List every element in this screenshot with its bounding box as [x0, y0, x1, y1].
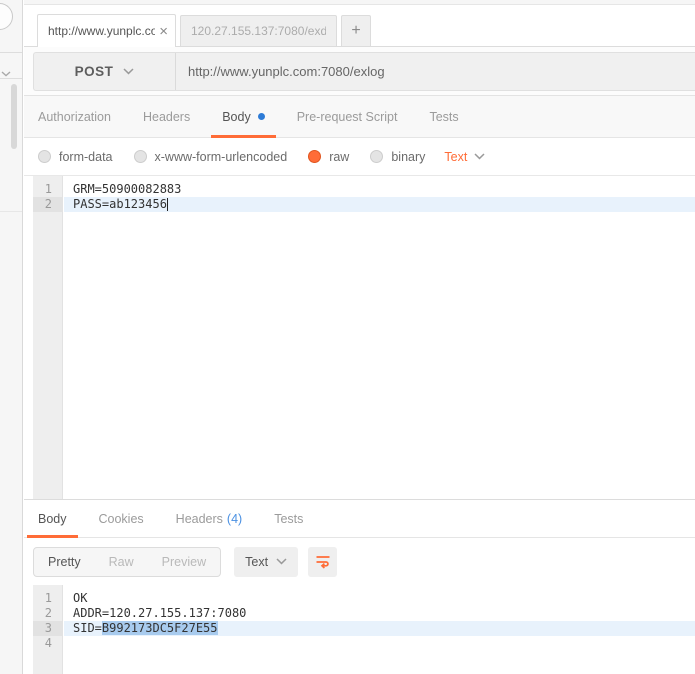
tab-label: Pre-request Script	[297, 110, 398, 124]
avatar[interactable]	[0, 3, 13, 30]
method-label: POST	[75, 64, 114, 79]
tab-label: Authorization	[38, 110, 111, 124]
code-line-active: PASS=ab123456	[64, 197, 695, 212]
tab-pre-request-script[interactable]: Pre-request Script	[286, 96, 409, 137]
radio-label: x-www-form-urlencoded	[155, 150, 288, 164]
chevron-down-icon	[276, 558, 287, 565]
tab-body[interactable]: Body	[211, 96, 276, 137]
code-line-active: SID=B992173DC5F27E55	[64, 621, 695, 636]
sidebar	[0, 0, 23, 674]
radio-urlencoded[interactable]: x-www-form-urlencoded	[134, 150, 288, 164]
line-number: 2	[33, 606, 62, 621]
wrap-text-icon	[315, 554, 331, 569]
sidebar-divider	[0, 52, 23, 53]
request-section-tabs: Authorization Headers Body Pre-request S…	[24, 96, 695, 138]
line-number-gutter: 1 2 3 4	[33, 585, 63, 674]
chevron-down-icon	[123, 68, 134, 75]
tab-label: Headers	[176, 512, 223, 526]
line-number-gutter: 1 2	[33, 176, 63, 499]
code-area: GRM=50900082883 PASS=ab123456	[64, 176, 695, 212]
line-number: 2	[33, 197, 62, 212]
raw-type-selector[interactable]: Text	[444, 150, 485, 164]
code-line: GRM=50900082883	[64, 182, 695, 197]
radio-icon	[370, 150, 383, 163]
request-tab-bar: http://www.yunplc.com × 120.27.155.137:7…	[24, 5, 695, 47]
view-mode-group: Pretty Raw Preview	[33, 547, 221, 577]
tab-label: Headers	[143, 110, 190, 124]
chevron-down-icon	[474, 153, 485, 160]
tab-title: http://www.yunplc.com	[48, 24, 155, 38]
line-number: 3	[33, 621, 62, 636]
line-number: 1	[33, 182, 62, 197]
view-raw-button[interactable]: Raw	[95, 555, 148, 569]
tab-response-headers[interactable]: Headers (4)	[165, 500, 254, 537]
view-pretty-button[interactable]: Pretty	[34, 555, 95, 569]
line-number: 1	[33, 591, 62, 606]
headers-count-badge: (4)	[227, 512, 242, 526]
selected-text: B992173DC5F27E55	[102, 621, 218, 635]
tab-response-cookies[interactable]: Cookies	[88, 500, 155, 537]
postman-window: http://www.yunplc.com × 120.27.155.137:7…	[0, 0, 695, 674]
main-panel: http://www.yunplc.com × 120.27.155.137:7…	[24, 0, 695, 674]
tab-headers[interactable]: Headers	[132, 96, 201, 137]
response-type-label: Text	[245, 555, 268, 569]
response-body-editor[interactable]: 1 2 3 4 OK ADDR=120.27.155.137:7080 SID=…	[24, 585, 695, 674]
sidebar-divider	[0, 211, 23, 212]
code-line: OK	[64, 591, 695, 606]
plus-icon: +	[351, 22, 360, 40]
radio-selected-icon	[308, 150, 321, 163]
code-area: OK ADDR=120.27.155.137:7080 SID=B992173D…	[64, 585, 695, 651]
text-cursor	[167, 198, 168, 211]
tab-request-active[interactable]: http://www.yunplc.com ×	[37, 14, 176, 47]
close-icon[interactable]: ×	[159, 24, 168, 39]
url-bar: POST http://www.yunplc.com:7080/exlog	[33, 52, 695, 91]
url-input[interactable]: http://www.yunplc.com:7080/exlog	[176, 53, 695, 90]
request-body-editor[interactable]: 1 2 GRM=50900082883 PASS=ab123456	[24, 176, 695, 499]
url-row: POST http://www.yunplc.com:7080/exlog	[24, 47, 695, 96]
sidebar-scrollbar-thumb[interactable]	[11, 84, 17, 149]
radio-binary[interactable]: binary	[370, 150, 425, 164]
response-tabs: Body Cookies Headers (4) Tests	[24, 500, 695, 538]
response-type-selector[interactable]: Text	[234, 547, 298, 577]
code-line: ADDR=120.27.155.137:7080	[64, 606, 695, 621]
tab-label: Tests	[274, 512, 303, 526]
sidebar-divider	[0, 78, 23, 79]
method-selector[interactable]: POST	[34, 53, 176, 90]
line-number: 4	[33, 636, 62, 651]
new-tab-button[interactable]: +	[341, 15, 371, 46]
radio-label: raw	[329, 150, 349, 164]
tab-authorization[interactable]: Authorization	[27, 96, 122, 137]
wrap-text-button[interactable]	[308, 547, 337, 577]
tab-tests[interactable]: Tests	[418, 96, 469, 137]
response-toolbar: Pretty Raw Preview Text	[24, 538, 695, 585]
tab-label: Cookies	[99, 512, 144, 526]
radio-raw[interactable]: raw	[308, 150, 349, 164]
tab-label: Body	[38, 512, 67, 526]
body-mode-row: form-data x-www-form-urlencoded raw bina…	[24, 138, 695, 176]
body-indicator-dot	[258, 113, 265, 120]
radio-icon	[134, 150, 147, 163]
tab-request-inactive[interactable]: 120.27.155.137:7080/exdata	[180, 15, 337, 46]
tab-label: Tests	[429, 110, 458, 124]
response-section: Body Cookies Headers (4) Tests Pretty Ra…	[24, 499, 695, 674]
radio-label: form-data	[59, 150, 113, 164]
radio-label: binary	[391, 150, 425, 164]
tab-response-body[interactable]: Body	[27, 500, 78, 537]
raw-type-label: Text	[444, 150, 467, 164]
radio-form-data[interactable]: form-data	[38, 150, 113, 164]
tab-response-tests[interactable]: Tests	[263, 500, 314, 537]
radio-icon	[38, 150, 51, 163]
tab-label: Body	[222, 110, 251, 124]
code-line	[64, 636, 695, 651]
view-preview-button[interactable]: Preview	[148, 555, 220, 569]
tab-title: 120.27.155.137:7080/exdata	[191, 24, 326, 38]
chevron-down-icon[interactable]	[1, 64, 11, 82]
